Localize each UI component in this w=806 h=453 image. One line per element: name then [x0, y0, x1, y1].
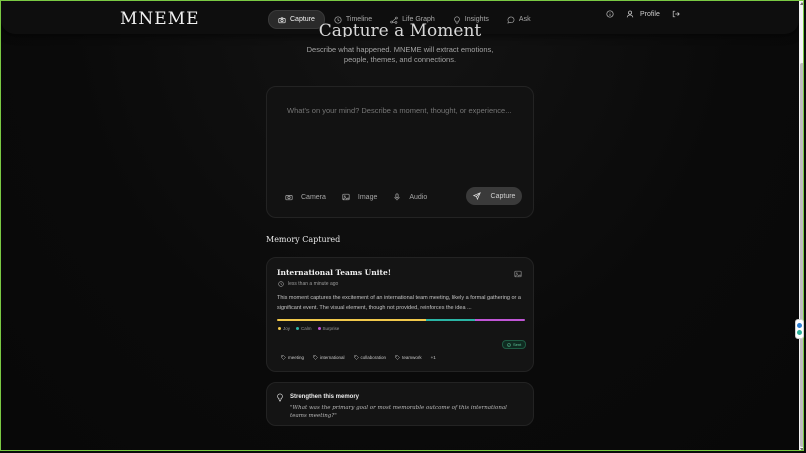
status-badge-text: Sent: [513, 342, 522, 347]
tag-icon: [281, 355, 286, 360]
memory-summary: This moment captures the excitement of a…: [277, 295, 521, 311]
tag-label: meeting: [288, 355, 305, 360]
image-attachment-icon[interactable]: [514, 270, 522, 278]
tag-label: collaboration: [360, 355, 387, 360]
capture-submit-label: Capture: [490, 192, 516, 200]
profile-label: Profile: [640, 10, 660, 18]
capture-submit-button[interactable]: Capture: [466, 187, 522, 205]
emotion-bar: [277, 319, 525, 321]
capture-input[interactable]: [285, 105, 521, 116]
nav-item-label: Life Graph: [402, 16, 435, 23]
user-icon: [626, 10, 634, 18]
capture-tools: Camera Image Audio: [285, 193, 427, 201]
emotion-bar-segment: [277, 319, 426, 321]
image-button[interactable]: Image: [342, 193, 377, 201]
lightbulb-icon: [277, 393, 283, 402]
audio-label: Audio: [409, 193, 428, 201]
microphone-icon: [394, 193, 400, 201]
image-icon: [342, 193, 350, 201]
widget-dot-icon: [797, 330, 802, 336]
nav-item-label: Capture: [290, 16, 315, 23]
subtitle-line: people, themes, and connections.: [343, 55, 457, 64]
legend-label: Calm: [301, 326, 312, 331]
widget-dot-icon: [797, 322, 802, 328]
emotion-bar-segment: [475, 319, 525, 321]
emotion-bar-segment: [425, 319, 476, 321]
legend-dot: [317, 327, 321, 330]
logout-icon[interactable]: [672, 10, 680, 18]
memory-title: International Teams Unite!: [277, 268, 392, 277]
tag-icon: [395, 355, 400, 360]
legend-dot: [296, 327, 300, 330]
tag-chip[interactable]: meeting: [281, 355, 304, 360]
legend-item: Joy: [278, 326, 290, 331]
info-icon[interactable]: [606, 10, 614, 18]
tag-label: international: [320, 355, 345, 360]
profile-button[interactable]: Profile: [626, 10, 660, 18]
subtitle-line: Describe what happened. MNEME will extra…: [306, 45, 494, 54]
more-tags-button[interactable]: +1: [431, 355, 436, 360]
nav-item-label: Insights: [464, 16, 489, 23]
app-window: MNEME Capture Timeline Life Graph Insigh…: [0, 0, 804, 451]
strengthen-question: "What was the primary goal or most memor…: [290, 405, 507, 419]
nav-item-label: Timeline: [345, 16, 373, 23]
legend-item: Calm: [296, 326, 312, 331]
strengthen-title: Strengthen this memory: [290, 394, 360, 400]
capture-card: Camera Image Audio Capture: [266, 86, 534, 218]
page-title: Capture a Moment: [318, 23, 482, 37]
clock-icon: [278, 281, 284, 287]
legend-dot: [278, 327, 281, 330]
emotion-legend: Joy Calm Surprise: [278, 326, 339, 331]
camera-button[interactable]: Camera: [285, 193, 326, 201]
camera-label: Camera: [301, 193, 326, 201]
legend-item: Surprise: [317, 326, 340, 331]
strengthen-card[interactable]: Strengthen this memory "What was the pri…: [266, 382, 534, 426]
camera-icon: [285, 195, 293, 201]
tag-icon: [313, 355, 318, 360]
scroll-up-arrow[interactable]: [800, 2, 803, 5]
tag-chip[interactable]: international: [313, 355, 345, 360]
page-scrollbar[interactable]: [799, 1, 803, 450]
nav-item-label: Ask: [518, 16, 531, 23]
status-badge: Sent: [502, 340, 527, 349]
tag-icon: [353, 355, 359, 360]
audio-button[interactable]: Audio: [393, 193, 427, 201]
legend-label: Surprise: [322, 326, 340, 331]
memory-time-text: less than a minute ago: [288, 281, 339, 287]
floating-widget[interactable]: [795, 319, 804, 339]
tag-label: teamwork: [402, 355, 422, 360]
memory-section-title: Memory Captured: [266, 235, 341, 244]
nav-right: Profile: [606, 10, 680, 18]
tag-chip[interactable]: collaboration: [353, 355, 387, 360]
scroll-thumb[interactable]: [800, 63, 803, 447]
tag-list: meeting international collaboration teamwor…: [281, 355, 436, 360]
memory-timestamp: less than a minute ago: [278, 281, 338, 287]
check-circle-icon: [507, 342, 511, 347]
page-subtitle: Describe what happened. MNEME will extra…: [1, 45, 799, 65]
legend-label: Joy: [283, 326, 291, 331]
memory-card[interactable]: International Teams Unite! less than a m…: [266, 257, 534, 372]
tag-chip[interactable]: teamwork: [395, 355, 422, 360]
image-label: Image: [357, 193, 378, 201]
send-icon: [472, 192, 481, 200]
scroll-down-arrow[interactable]: [800, 448, 803, 450]
